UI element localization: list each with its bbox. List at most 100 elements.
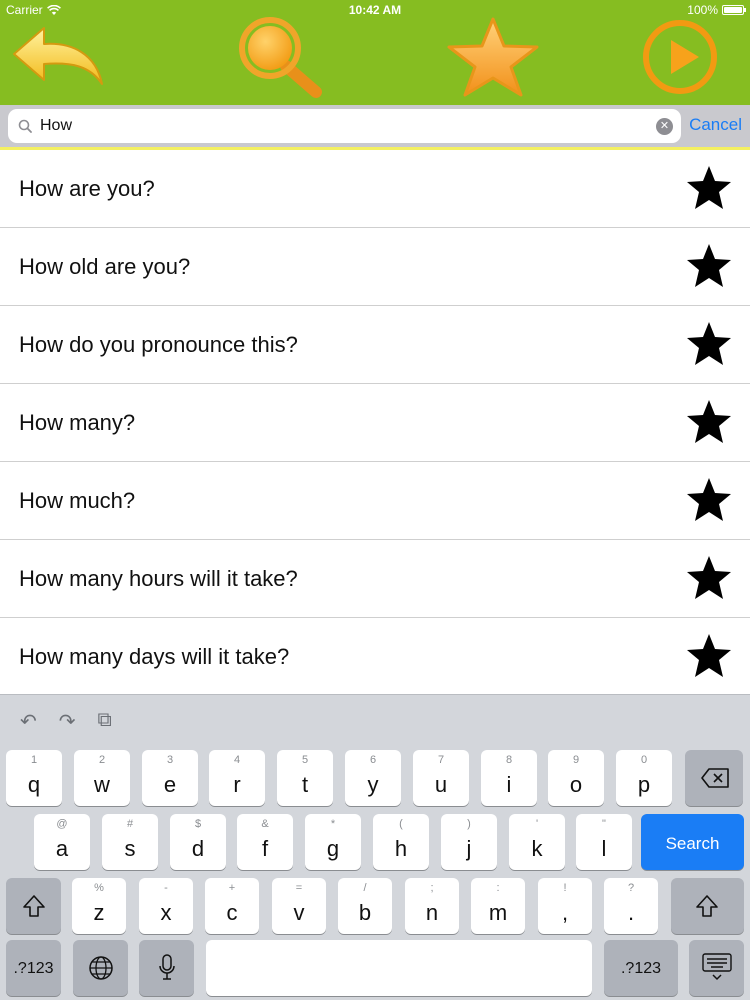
phrase-label: How many hours will it take? xyxy=(19,565,298,591)
list-item[interactable]: How old are you? xyxy=(0,228,750,306)
key-label: m xyxy=(488,900,508,925)
star-icon xyxy=(447,17,539,97)
clear-icon[interactable]: ✕ xyxy=(656,117,673,135)
key-row2-6[interactable]: ) j xyxy=(441,814,497,870)
favorite-star-icon[interactable] xyxy=(686,399,732,445)
favorites-button[interactable] xyxy=(442,14,544,100)
space-key[interactable] xyxy=(206,940,592,996)
key-row2-2[interactable]: $ d xyxy=(170,814,226,870)
phrase-label: How many days will it take? xyxy=(19,643,290,669)
key-row1-7[interactable]: 8i xyxy=(481,750,537,806)
key-row1-5[interactable]: 6y xyxy=(345,750,401,806)
key-hint: ( xyxy=(399,818,403,830)
key-row3-3[interactable]: = v xyxy=(272,878,326,934)
play-button[interactable] xyxy=(638,14,722,100)
paste-icon[interactable]: ⧉ xyxy=(98,709,112,734)
key-hint: ' xyxy=(535,818,539,830)
key-hint: 6 xyxy=(369,754,377,766)
list-item[interactable]: How much? xyxy=(0,462,750,540)
key-label: c xyxy=(226,900,238,925)
list-item[interactable]: How many? xyxy=(0,384,750,462)
key-row3-6[interactable]: :m xyxy=(471,878,525,934)
undo-icon[interactable]: ↶ xyxy=(20,709,37,734)
key-row3-5[interactable]: ; n xyxy=(405,878,459,934)
search-key[interactable]: Search xyxy=(641,814,744,870)
search-input[interactable]: How ✕ xyxy=(8,109,681,143)
key-label: e xyxy=(163,772,177,797)
key-label: , xyxy=(561,900,569,925)
backspace-key[interactable] xyxy=(685,750,743,806)
favorite-star-icon[interactable] xyxy=(686,321,732,367)
key-row3-4[interactable]: / b xyxy=(338,878,392,934)
favorite-star-icon[interactable] xyxy=(686,555,732,601)
dismiss-keyboard-key[interactable] xyxy=(689,940,744,996)
favorite-star-icon[interactable] xyxy=(686,477,732,523)
key-hint: 3 xyxy=(166,754,174,766)
key-hint: # xyxy=(126,818,134,830)
list-item[interactable]: How many hours will it take? xyxy=(0,540,750,618)
key-hint: 1 xyxy=(30,754,38,766)
numbers-key-right[interactable]: .?123 xyxy=(604,940,678,996)
key-label: q xyxy=(27,772,41,797)
key-hint: ! xyxy=(563,882,567,894)
dictation-key[interactable] xyxy=(139,940,194,996)
phrase-label: How are you? xyxy=(19,175,155,201)
shift-icon xyxy=(696,895,718,917)
key-row1-1[interactable]: 2w xyxy=(74,750,130,806)
list-item[interactable]: How are you? xyxy=(0,150,750,228)
key-row3-2[interactable]: + c xyxy=(205,878,259,934)
key-row2-8[interactable]: " l xyxy=(576,814,632,870)
key-row1-8[interactable]: 9o xyxy=(548,750,604,806)
key-hint: = xyxy=(295,882,303,894)
numbers-key-left[interactable]: .?123 xyxy=(6,940,61,996)
favorite-star-icon[interactable] xyxy=(686,243,732,289)
back-button[interactable] xyxy=(8,14,108,100)
search-tool-button[interactable] xyxy=(228,14,328,100)
key-row1-6[interactable]: 7u xyxy=(413,750,469,806)
search-bar: How ✕ Cancel xyxy=(0,105,750,147)
shift-key-right[interactable] xyxy=(671,878,744,934)
key-hint: 4 xyxy=(233,754,241,766)
key-row3-0[interactable]: % z xyxy=(72,878,126,934)
magnifier-icon xyxy=(239,17,322,98)
key-row2-7[interactable]: ' k xyxy=(509,814,565,870)
key-row2-0[interactable]: @ a xyxy=(34,814,90,870)
key-label: l xyxy=(601,836,607,861)
shift-key-left[interactable] xyxy=(6,878,61,934)
key-row1-4[interactable]: 5t xyxy=(277,750,333,806)
key-hint: / xyxy=(363,882,367,894)
key-row1-9[interactable]: 0p xyxy=(616,750,672,806)
key-row1-0[interactable]: 1q xyxy=(6,750,62,806)
list-item[interactable]: How do you pronounce this? xyxy=(0,306,750,384)
key-hint: * xyxy=(330,818,336,830)
key-label: a xyxy=(55,836,69,861)
key-row2-4[interactable]: * g xyxy=(305,814,361,870)
redo-icon[interactable]: ↷ xyxy=(59,709,76,734)
globe-key[interactable] xyxy=(73,940,128,996)
favorite-star-icon[interactable] xyxy=(686,633,732,679)
key-hint: 7 xyxy=(437,754,445,766)
key-label: i xyxy=(506,772,512,797)
key-row3-8[interactable]: ?. xyxy=(604,878,658,934)
key-hint: @ xyxy=(56,818,68,830)
microphone-icon xyxy=(159,954,175,980)
phrase-label: How much? xyxy=(19,487,136,513)
shift-icon xyxy=(23,895,45,917)
key-hint: ) xyxy=(467,818,471,830)
key-hint: 5 xyxy=(301,754,309,766)
results-list: How are you? How old are you? How do you… xyxy=(0,150,750,695)
key-row3-1[interactable]: -x xyxy=(139,878,193,934)
key-label: j xyxy=(466,836,472,861)
key-row1-3[interactable]: 4r xyxy=(209,750,265,806)
key-label: s xyxy=(124,836,136,861)
cancel-button[interactable]: Cancel xyxy=(689,115,742,135)
key-label: u xyxy=(434,772,448,797)
key-row3-7[interactable]: !, xyxy=(538,878,592,934)
key-hint: 2 xyxy=(98,754,106,766)
key-row2-3[interactable]: & f xyxy=(237,814,293,870)
key-row2-5[interactable]: (h xyxy=(373,814,429,870)
list-item[interactable]: How many days will it take? xyxy=(0,618,750,695)
key-row1-2[interactable]: 3e xyxy=(142,750,198,806)
key-row2-1[interactable]: # s xyxy=(102,814,158,870)
favorite-star-icon[interactable] xyxy=(686,165,732,211)
